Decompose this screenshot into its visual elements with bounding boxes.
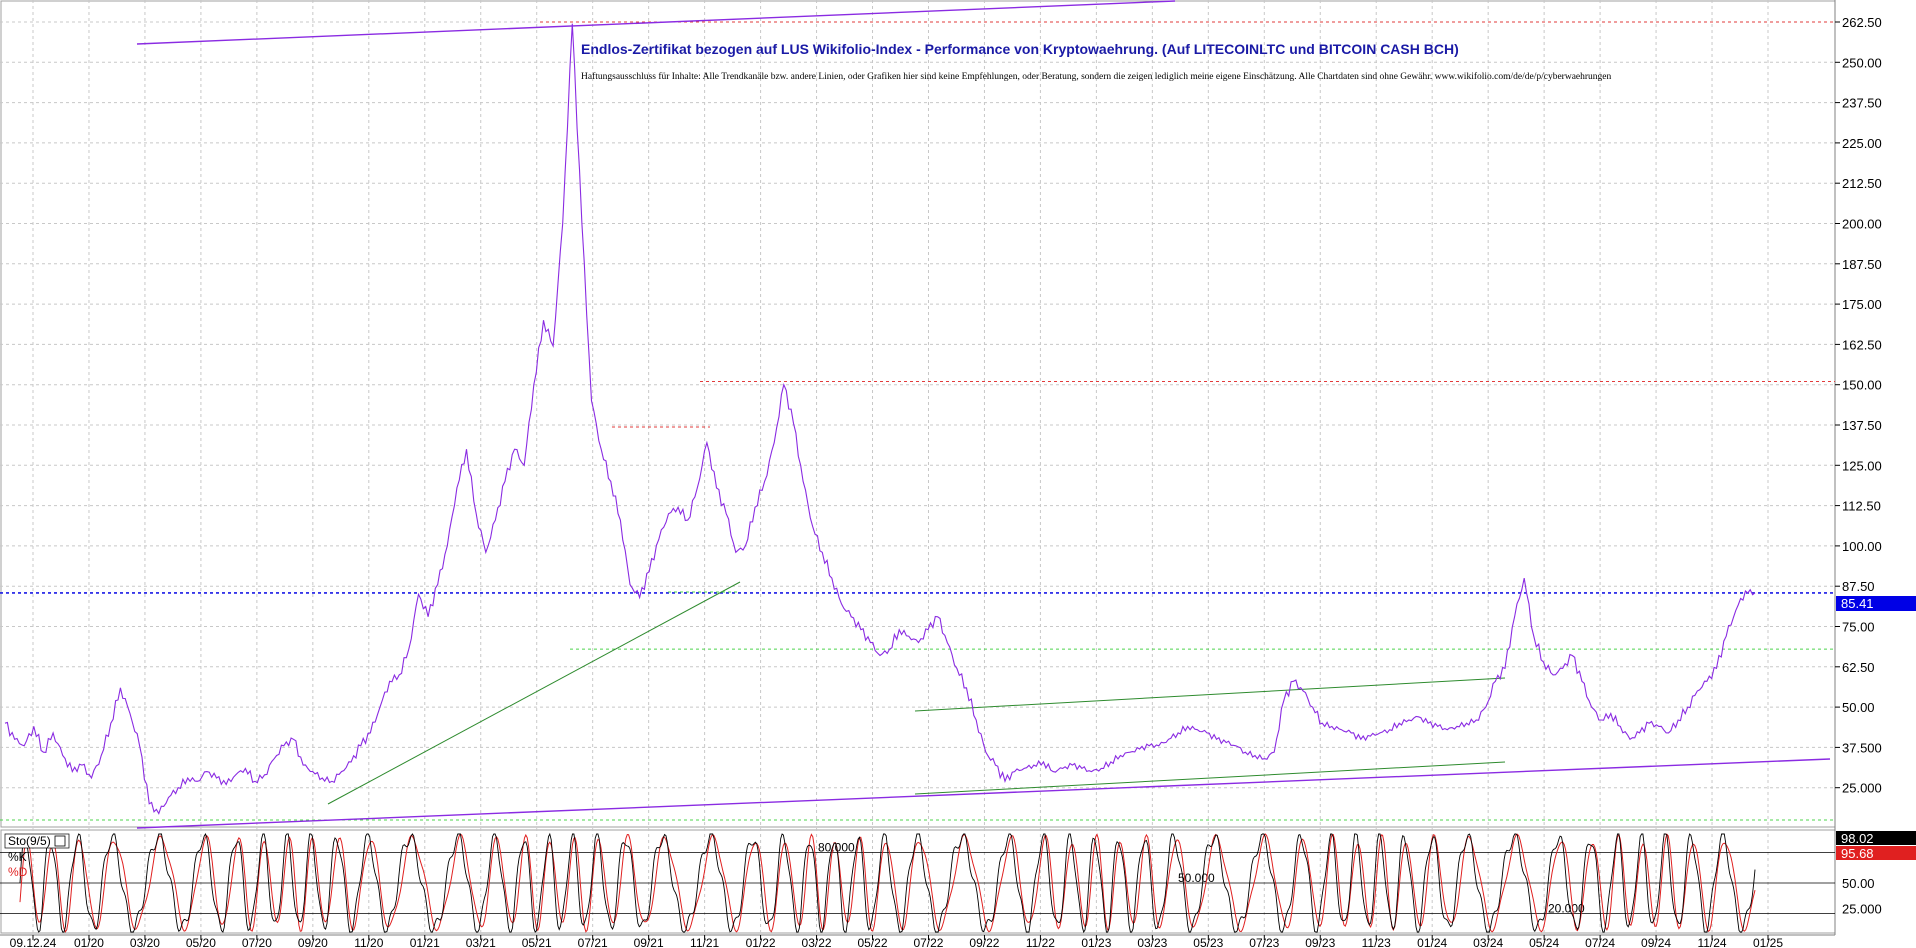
y-tick-label: 87.50 [1842, 579, 1875, 594]
x-tick-label: 11/24 [1697, 936, 1726, 948]
oscillator-level-label: 20.000 [1548, 902, 1585, 916]
x-tick-label: 03/21 [466, 936, 496, 948]
x-tick-label: 11/21 [690, 936, 719, 948]
x-tick-label: 05/20 [186, 936, 216, 948]
oscillator-k-label: %K [8, 850, 27, 864]
oscillator-name: Sto(9/5) [8, 834, 51, 848]
oscillator-y-tick: 25.000 [1842, 902, 1882, 917]
y-tick-label: 175.00 [1842, 297, 1882, 312]
chart-title: Endlos-Zertifikat bezogen auf LUS Wikifo… [581, 41, 1459, 57]
y-tick-label: 137.50 [1842, 418, 1882, 433]
x-tick-label: 09/21 [634, 936, 664, 948]
x-tick-label: 05/21 [522, 936, 552, 948]
x-tick-label: 07/23 [1249, 936, 1279, 948]
expand-icon[interactable] [54, 835, 66, 847]
x-tick-label: 01/21 [410, 936, 440, 948]
y-tick-label: 62.50 [1842, 660, 1875, 675]
x-tick-label: 01/24 [1417, 936, 1447, 948]
x-tick-label: 01/23 [1081, 936, 1111, 948]
x-tick-label: 03/20 [130, 936, 160, 948]
oscillator-frame [0, 829, 1836, 934]
oscillator-d-label: %D [8, 865, 28, 879]
x-tick-label: 07/22 [913, 936, 943, 948]
y-tick-label: 187.50 [1842, 257, 1882, 272]
x-tick-label: 03/24 [1473, 936, 1503, 948]
y-tick-label: 225.00 [1842, 136, 1882, 151]
y-tick-label: 100.00 [1842, 539, 1882, 554]
x-tick-label: 01/25 [1753, 936, 1783, 948]
oscillator-y-tick: 50.00 [1842, 876, 1875, 891]
main-plot-frame [0, 0, 1836, 828]
y-tick-label: 75.00 [1842, 620, 1875, 635]
x-tick-label: 11/20 [354, 936, 383, 948]
disclaimer: Haftungsausschluss für Inhalte: Alle Tre… [581, 71, 1612, 82]
x-tick-label: 09/24 [1641, 936, 1671, 948]
x-tick-label: 01/22 [746, 936, 776, 948]
x-tick-label: 11/23 [1362, 936, 1391, 948]
x-tick-label: 03/23 [1137, 936, 1167, 948]
x-tick-label: 07/21 [578, 936, 608, 948]
x-tick-label: 07/24 [1585, 936, 1615, 948]
d-value-label: 95.68 [1841, 846, 1874, 861]
x-tick-label: 09/23 [1305, 936, 1335, 948]
y-tick-label: 237.50 [1842, 96, 1882, 111]
x-tick-label: 05/23 [1193, 936, 1223, 948]
x-tick-label: 09/22 [969, 936, 999, 948]
y-tick-label: 50.00 [1842, 700, 1875, 715]
x-tick-label: 01/20 [74, 936, 104, 948]
x-tick-label: 07/20 [242, 936, 272, 948]
x-tick-label: 09/20 [298, 936, 328, 948]
x-tick-label: 09.12.24 [10, 936, 57, 948]
x-tick-label: 03/22 [802, 936, 832, 948]
x-tick-label: 05/24 [1529, 936, 1559, 948]
last-price-label: 85.41 [1841, 596, 1874, 611]
x-tick-label: 11/22 [1026, 936, 1055, 948]
y-tick-label: 212.50 [1842, 176, 1882, 191]
k-value-label: 98.02 [1841, 831, 1874, 846]
y-tick-label: 25.000 [1842, 781, 1882, 796]
y-tick-label: 200.00 [1842, 217, 1882, 232]
y-tick-label: 150.00 [1842, 378, 1882, 393]
y-tick-label: 250.00 [1842, 55, 1882, 70]
x-axis-ticks: 09.12.24 01/20 03/20 05/20 07/20 09/20 11/20 01… [10, 935, 1783, 948]
y-tick-label: 262.50 [1842, 15, 1882, 30]
x-tick-label: 05/22 [858, 936, 888, 948]
y-tick-label: 112.50 [1842, 499, 1881, 514]
price-chart: 262.50 250.00 237.50 225.00 212.50 200.00 187.… [0, 0, 1916, 948]
y-tick-label: 162.50 [1842, 337, 1882, 352]
y-tick-label: 37.500 [1842, 740, 1882, 755]
y-tick-label: 125.00 [1842, 458, 1882, 473]
